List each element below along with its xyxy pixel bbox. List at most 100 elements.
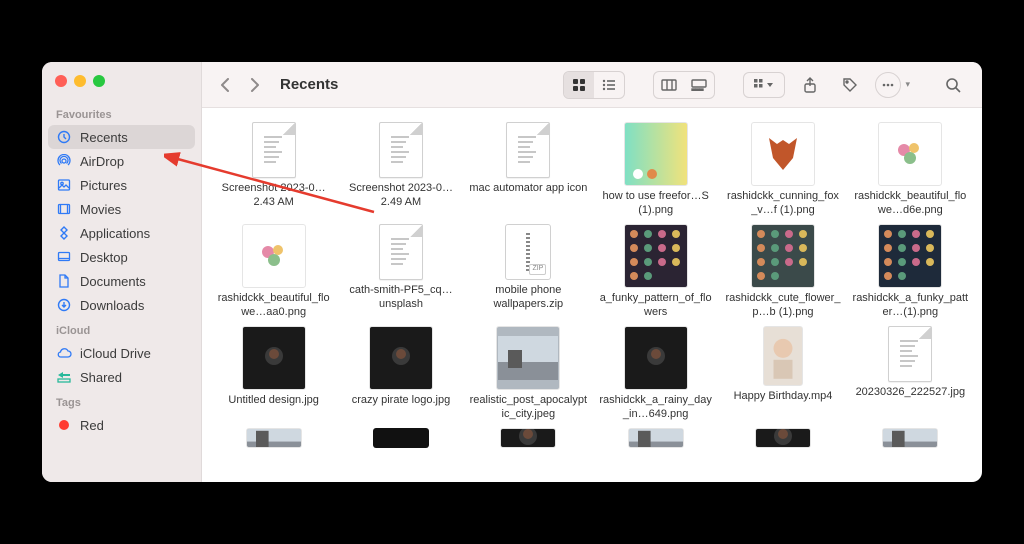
file-item[interactable]: a_funky_pattern_of_flowers xyxy=(594,224,717,320)
file-name: rashidckk_cunning_fox_v…f (1).png xyxy=(724,190,842,218)
file-thumbnail xyxy=(751,122,815,186)
share-button[interactable] xyxy=(795,72,825,98)
sidebar-item-label: Recents xyxy=(80,130,185,145)
file-item[interactable] xyxy=(849,428,972,452)
sidebar-item-red[interactable]: Red xyxy=(42,413,201,437)
minimize-button[interactable] xyxy=(74,75,86,87)
zoom-button[interactable] xyxy=(93,75,105,87)
desktop-icon xyxy=(56,249,72,265)
file-thumbnail xyxy=(624,122,688,186)
file-item[interactable] xyxy=(721,428,844,452)
file-item[interactable]: rashidckk_cunning_fox_v…f (1).png xyxy=(721,122,844,218)
file-item[interactable]: rashidckk_a_rainy_day_in…649.png xyxy=(594,326,717,422)
file-name: Screenshot 2023-0…2.49 AM xyxy=(342,182,460,210)
file-thumbnail xyxy=(369,326,433,390)
file-thumbnail xyxy=(763,326,803,386)
file-thumbnail xyxy=(379,122,423,178)
apps-icon xyxy=(56,225,72,241)
file-item[interactable]: rashidckk_cute_flower_p…b (1).png xyxy=(721,224,844,320)
icon-view-button[interactable] xyxy=(564,72,594,98)
sidebar-item-downloads[interactable]: Downloads xyxy=(42,293,201,317)
file-item[interactable]: mac automator app icon xyxy=(467,122,590,218)
tags-button[interactable] xyxy=(835,72,865,98)
file-item[interactable]: realistic_post_apocalyptic_city.jpeg xyxy=(467,326,590,422)
sidebar-item-applications[interactable]: Applications xyxy=(42,221,201,245)
file-thumbnail: ZIP xyxy=(505,224,551,280)
file-item[interactable] xyxy=(339,428,462,452)
file-name: Untitled design.jpg xyxy=(228,394,319,422)
sidebar-section-label: Tags xyxy=(42,389,201,413)
group-by-button[interactable] xyxy=(743,72,785,98)
sidebar-item-movies[interactable]: Movies xyxy=(42,197,201,221)
file-thumbnail xyxy=(506,122,550,178)
movies-icon xyxy=(56,201,72,217)
window-controls xyxy=(42,72,201,101)
sidebar-section-label: Favourites xyxy=(42,101,201,125)
file-thumbnail xyxy=(242,224,306,288)
back-button[interactable] xyxy=(216,76,234,94)
file-item[interactable]: 20230326_222527.jpg xyxy=(849,326,972,422)
sidebar-item-label: Shared xyxy=(80,370,191,385)
file-item[interactable] xyxy=(212,428,335,452)
layout-group xyxy=(653,71,715,99)
sidebar-item-label: AirDrop xyxy=(80,154,191,169)
list-view-button[interactable] xyxy=(594,72,624,98)
file-name: how to use freefor…S (1).png xyxy=(597,190,715,218)
file-thumbnail xyxy=(252,122,296,178)
sidebar-item-recents[interactable]: Recents xyxy=(48,125,195,149)
file-item[interactable]: how to use freefor…S (1).png xyxy=(594,122,717,218)
file-item[interactable]: Screenshot 2023-0…2.43 AM xyxy=(212,122,335,218)
file-name: cath-smith-PF5_cq…unsplash xyxy=(342,284,460,312)
file-item[interactable]: Happy Birthday.mp4 xyxy=(721,326,844,422)
shared-icon xyxy=(56,369,72,385)
sidebar-item-label: Desktop xyxy=(80,250,191,265)
file-item[interactable]: crazy pirate logo.jpg xyxy=(339,326,462,422)
sidebar-item-documents[interactable]: Documents xyxy=(42,269,201,293)
sidebar-item-icloud-drive[interactable]: iCloud Drive xyxy=(42,341,201,365)
file-item[interactable]: Screenshot 2023-0…2.49 AM xyxy=(339,122,462,218)
file-name: a_funky_pattern_of_flowers xyxy=(597,292,715,320)
action-menu-button[interactable] xyxy=(875,72,901,98)
sidebar-item-label: iCloud Drive xyxy=(80,346,191,361)
file-thumbnail xyxy=(624,326,688,390)
file-thumbnail xyxy=(373,428,429,448)
gallery-view-button[interactable] xyxy=(684,72,714,98)
search-button[interactable] xyxy=(938,72,968,98)
sidebar-item-label: Red xyxy=(80,418,191,433)
sidebar-item-shared[interactable]: Shared xyxy=(42,365,201,389)
file-thumbnail xyxy=(242,326,306,390)
file-thumbnail xyxy=(624,224,688,288)
pictures-icon xyxy=(56,177,72,193)
file-name: mac automator app icon xyxy=(469,182,587,210)
sidebar-item-label: Documents xyxy=(80,274,191,289)
forward-button[interactable] xyxy=(246,76,264,94)
file-item[interactable]: cath-smith-PF5_cq…unsplash xyxy=(339,224,462,320)
file-item[interactable]: ZIP mobile phone wallpapers.zip xyxy=(467,224,590,320)
file-item[interactable]: rashidckk_a_funky_patter…(1).png xyxy=(849,224,972,320)
file-item[interactable]: rashidckk_beautiful_flowe…aa0.png xyxy=(212,224,335,320)
file-thumbnail xyxy=(246,428,302,448)
sidebar-item-pictures[interactable]: Pictures xyxy=(42,173,201,197)
file-thumbnail xyxy=(496,326,560,390)
zip-badge: ZIP xyxy=(529,264,546,275)
file-grid-container: Screenshot 2023-0…2.43 AMScreenshot 2023… xyxy=(202,108,982,482)
clock-icon xyxy=(56,129,72,145)
file-item[interactable]: rashidckk_beautiful_flowe…d6e.png xyxy=(849,122,972,218)
file-thumbnail xyxy=(882,428,938,448)
column-view-button[interactable] xyxy=(654,72,684,98)
file-name: rashidckk_a_funky_patter…(1).png xyxy=(851,292,969,320)
file-thumbnail xyxy=(628,428,684,448)
file-name: realistic_post_apocalyptic_city.jpeg xyxy=(469,394,587,422)
sidebar-item-airdrop[interactable]: AirDrop xyxy=(42,149,201,173)
file-thumbnail xyxy=(500,428,556,448)
file-item[interactable]: Untitled design.jpg xyxy=(212,326,335,422)
file-item[interactable] xyxy=(594,428,717,452)
close-button[interactable] xyxy=(55,75,67,87)
file-item[interactable] xyxy=(467,428,590,452)
file-thumbnail xyxy=(888,326,932,382)
file-name: crazy pirate logo.jpg xyxy=(352,394,450,422)
file-name: mobile phone wallpapers.zip xyxy=(469,284,587,312)
file-thumbnail xyxy=(878,122,942,186)
download-icon xyxy=(56,297,72,313)
sidebar-item-desktop[interactable]: Desktop xyxy=(42,245,201,269)
